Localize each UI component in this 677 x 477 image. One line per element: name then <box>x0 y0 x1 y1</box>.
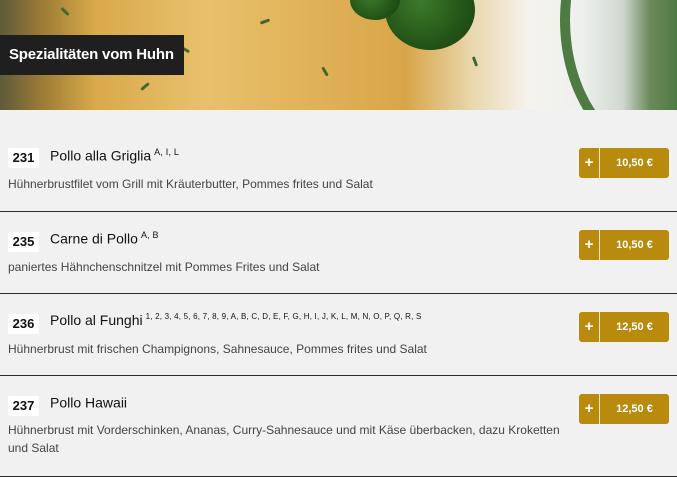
item-name-text: Pollo Hawaii <box>50 394 128 411</box>
item-number: 235 <box>8 232 39 252</box>
herb-garnish <box>60 6 70 17</box>
item-allergens: A, B <box>140 230 159 240</box>
menu-list: 231 Pollo alla Griglia A, I, L Hühnerbrus… <box>0 110 677 477</box>
category-title: Spezialitäten vom Huhn <box>0 35 184 75</box>
item-allergens: A, I, L <box>154 147 180 157</box>
menu-item: 235 Carne di Pollo A, B paniertes Hähnche… <box>0 212 677 294</box>
broccoli-garnish <box>385 0 475 50</box>
item-name: Pollo alla Griglia A, I, L <box>50 147 179 164</box>
item-description: paniertes Hähnchenschnitzel mit Pommes F… <box>8 260 320 274</box>
herb-garnish <box>321 66 329 77</box>
plus-icon: + <box>579 394 600 424</box>
item-description: Hühnerbrustfilet vom Grill mit Kräuterbu… <box>8 177 373 191</box>
item-price: 12,50 € <box>616 321 653 333</box>
item-allergens: 1, 2, 3, 4, 5, 6, 7, 8, 9, A, B, C, D, E… <box>145 312 422 322</box>
add-to-cart-button[interactable]: + 10,50 € <box>579 148 669 178</box>
item-name: Pollo al Funghi 1, 2, 3, 4, 5, 6, 7, 8, 9… <box>50 312 422 328</box>
item-description: Hühnerbrust mit frischen Champignons, Sa… <box>8 342 427 356</box>
item-price: 12,50 € <box>616 403 653 415</box>
plus-icon: + <box>579 230 600 260</box>
item-name: Pollo Hawaii <box>50 394 130 411</box>
add-to-cart-button[interactable]: + 10,50 € <box>579 230 669 260</box>
add-to-cart-button[interactable]: + 12,50 € <box>579 394 669 424</box>
menu-item: 231 Pollo alla Griglia A, I, L Hühnerbrus… <box>0 110 677 212</box>
item-number: 236 <box>8 314 39 334</box>
item-number: 231 <box>8 148 39 168</box>
menu-item: 236 Pollo al Funghi 1, 2, 3, 4, 5, 6, 7, … <box>0 294 677 376</box>
item-price: 10,50 € <box>616 157 653 169</box>
item-price: 10,50 € <box>616 239 653 251</box>
item-name: Carne di Pollo A, B <box>50 230 159 247</box>
add-to-cart-button[interactable]: + 12,50 € <box>579 312 669 342</box>
herb-garnish <box>140 82 150 91</box>
plate-rim <box>560 0 677 110</box>
item-name-text: Pollo al Funghi <box>50 312 143 328</box>
plus-icon: + <box>579 148 600 178</box>
herb-garnish <box>259 18 271 25</box>
item-description: Hühnerbrust mit Vorderschinken, Ananas, … <box>8 423 560 455</box>
item-name-text: Pollo alla Griglia <box>50 147 152 164</box>
plus-icon: + <box>579 312 600 342</box>
item-name-text: Carne di Pollo <box>50 230 138 247</box>
menu-item: 237 Pollo Hawaii Hühnerbrust mit Vorders… <box>0 376 677 477</box>
item-number: 237 <box>8 396 39 416</box>
herb-garnish <box>471 56 479 67</box>
